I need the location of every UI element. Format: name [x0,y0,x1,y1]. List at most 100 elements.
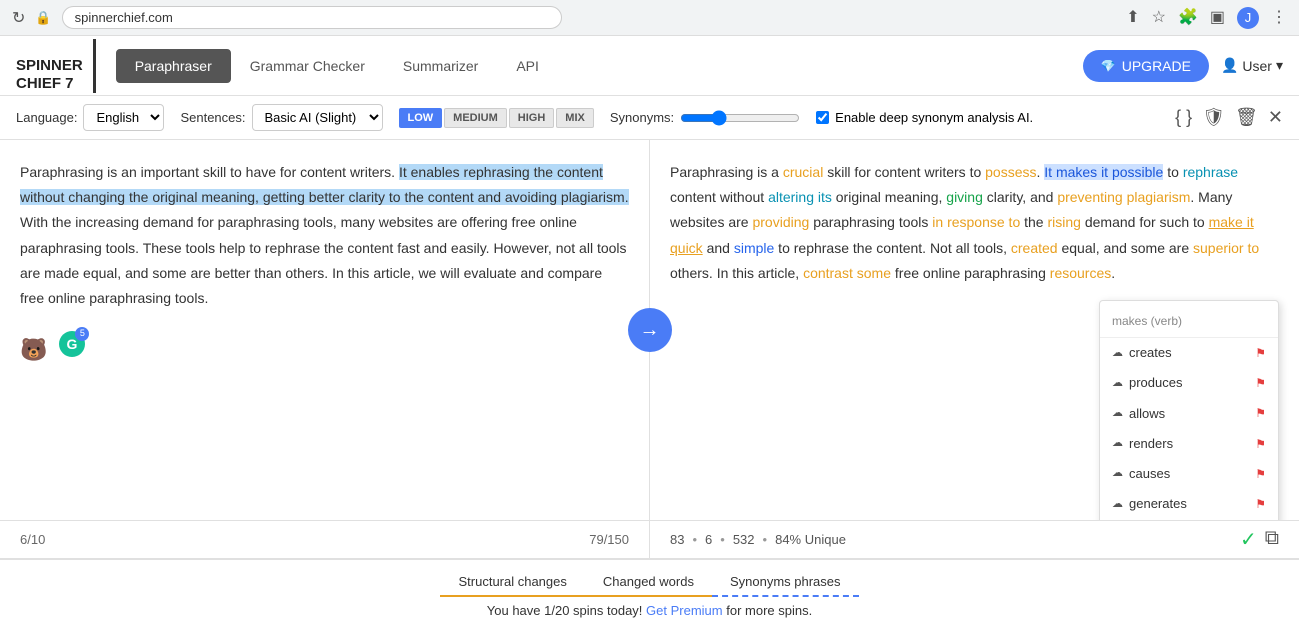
synonym-label: creates [1129,342,1172,364]
word-preventing[interactable]: preventing plagiarism [1057,189,1190,205]
word-simple[interactable]: simple [734,240,774,256]
word-rising[interactable]: rising [1047,214,1080,230]
refresh-icon[interactable]: ↻ [12,8,25,28]
level-medium-button[interactable]: MEDIUM [444,108,507,128]
spins-info-text: You have 1/20 spins today! [487,603,646,618]
cloud-icon: ☁ [1112,495,1123,514]
tab-summarizer[interactable]: Summarizer [384,49,497,83]
language-group: Language: English [16,104,164,131]
word-possess[interactable]: possess [985,164,1036,180]
sentences-select[interactable]: Basic AI (Slight) [252,104,383,131]
cloud-icon: ☁ [1112,404,1123,423]
cloud-icon: ☁ [1112,464,1123,483]
app-header: SPINNERCHIEF 7 Paraphraser Grammar Check… [0,36,1299,96]
unique-stat: 84% Unique [775,532,846,547]
highlighted-phrase[interactable]: It makes it possible [1044,164,1163,180]
browser-icons: ⬆ ☆ 🧩 ▣ J ⋮ [1126,7,1287,29]
star-icon[interactable]: ☆ [1152,7,1166,29]
deep-analysis-group: Enable deep synonym analysis AI. [816,110,1033,125]
tab-paraphraser[interactable]: Paraphraser [116,49,231,83]
sentences-group: Sentences: Basic AI (Slight) [180,104,382,131]
dot-3: • [763,532,768,547]
toolbar: Language: English Sentences: Basic AI (S… [0,96,1299,140]
word-rephrase[interactable]: rephrase [1183,164,1238,180]
word-created[interactable]: created [1011,240,1058,256]
synonyms-group: Synonyms: [610,110,800,126]
synonym-slider[interactable] [680,110,800,126]
left-char-count: 79/150 [589,532,629,547]
chevron-down-icon: ▾ [1276,57,1283,74]
extension-icon[interactable]: 🧩 [1178,7,1198,29]
left-panel[interactable]: Paraphrasing is an important skill to ha… [0,140,650,520]
close-icon[interactable]: ✕ [1268,107,1283,128]
profile-icon[interactable]: J [1237,7,1259,29]
flag-icon[interactable]: ⚑ [1255,343,1266,363]
panels-row: Paraphrasing is an important skill to ha… [0,140,1299,520]
synonyms-label: Synonyms: [610,110,674,125]
left-word-count: 6/10 [20,532,45,547]
flag-icon[interactable]: ⚑ [1255,434,1266,454]
copy-icon[interactable]: ⧉ [1265,527,1279,552]
synonym-item-generates[interactable]: ☁ generates ⚑ [1100,489,1278,519]
lock-icon: 🔒 [35,10,51,26]
upgrade-button[interactable]: UPGRADE [1083,50,1209,82]
word-superior[interactable]: superior to [1193,240,1259,256]
cloud-icon: ☁ [1112,374,1123,393]
panels-wrapper: Paraphrasing is an important skill to ha… [0,140,1299,558]
level-mix-button[interactable]: MIX [556,108,594,128]
stats-bar: 83 • 6 • 532 • 84% Unique [670,532,846,547]
dropdown-header: makes (verb) [1100,307,1278,338]
left-panel-footer: 6/10 79/150 [0,521,650,558]
language-select[interactable]: English [83,104,164,131]
left-text: Paraphrasing is an important skill to ha… [20,160,629,311]
code-icon[interactable]: { } [1175,107,1192,128]
flag-icon[interactable]: ⚑ [1255,403,1266,423]
word-altering[interactable]: altering its [768,189,832,205]
layout-icon[interactable]: ▣ [1210,7,1225,29]
toolbar-icons: { } 🛡 🗑 ✕ [1175,107,1283,128]
url-bar[interactable]: spinnerchief.com [62,6,562,29]
word-count-stat: 83 [670,532,684,547]
tab-api[interactable]: API [497,49,558,83]
right-panel[interactable]: Paraphrasing is a crucial skill for cont… [650,140,1299,520]
synonym-item-renders[interactable]: ☁ renders ⚑ [1100,429,1278,459]
user-button[interactable]: 👤 User ▾ [1221,57,1283,74]
flag-icon[interactable]: ⚑ [1255,373,1266,393]
share-icon[interactable]: ⬆ [1126,7,1139,29]
synonym-item-allows[interactable]: ☁ allows ⚑ [1100,399,1278,429]
synonym-label: produces [1129,372,1182,394]
delete-icon[interactable]: 🗑 [1235,107,1258,128]
paraphrase-arrow-button[interactable]: → [628,308,672,352]
tab-grammar-checker[interactable]: Grammar Checker [231,49,384,83]
right-text: Paraphrasing is a crucial skill for cont… [670,160,1279,286]
flag-icon[interactable]: ⚑ [1255,494,1266,514]
check-icon[interactable]: ✓ [1240,527,1257,552]
deep-analysis-label: Enable deep synonym analysis AI. [835,110,1033,125]
level-low-button[interactable]: LOW [399,108,443,128]
right-panel-footer: 83 • 6 • 532 • 84% Unique ✓ ⧉ [650,521,1299,558]
flag-icon[interactable]: ⚑ [1255,464,1266,484]
menu-icon[interactable]: ⋮ [1271,7,1287,29]
deep-analysis-checkbox[interactable] [816,111,829,124]
synonym-item-causes[interactable]: ☁ causes ⚑ [1100,459,1278,489]
word-crucial[interactable]: crucial [783,164,823,180]
word-resources[interactable]: resources [1050,265,1111,281]
get-premium-link[interactable]: Get Premium [646,603,723,618]
sentence-count-stat: 6 [705,532,712,547]
level-high-button[interactable]: HIGH [509,108,555,128]
dot-1: • [692,532,697,547]
cloud-icon: ☁ [1112,434,1123,453]
synonym-item-produces[interactable]: ☁ produces ⚑ [1100,368,1278,398]
user-label: User [1242,58,1272,74]
dot-2: • [720,532,725,547]
word-contrast[interactable]: contrast some [803,265,891,281]
synonym-item-enables[interactable]: ☁ enables ⚑ [1100,519,1278,520]
synonym-item-creates[interactable]: ☁ creates ⚑ [1100,338,1278,368]
word-giving[interactable]: giving [946,189,983,205]
word-in-response[interactable]: in response to [932,214,1020,230]
shield-icon[interactable]: 🛡 [1202,107,1225,128]
paraphraser-bear-icon: 🐻 [20,331,47,368]
left-panel-tool-icons: 🐻 G 5 [20,331,629,368]
word-providing[interactable]: providing [752,214,809,230]
footers-row: 6/10 79/150 83 • 6 • 532 • 84% Unique ✓ … [0,520,1299,558]
